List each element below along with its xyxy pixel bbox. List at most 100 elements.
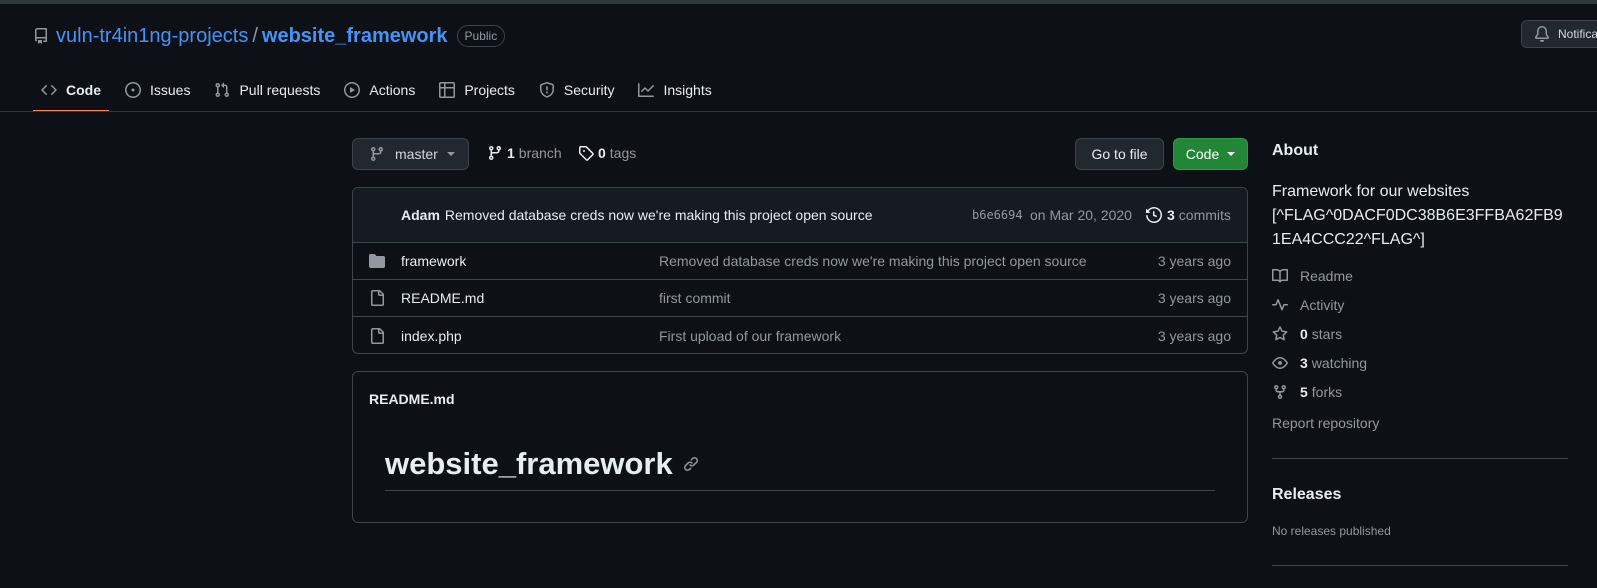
file-age: 3 years ago (1157, 290, 1231, 306)
history-icon (1146, 207, 1162, 223)
forks-label: forks (1311, 384, 1343, 400)
file-row[interactable]: framework Removed database creds now we'… (353, 243, 1247, 280)
issue-opened-icon (125, 82, 150, 98)
git-branch-icon (487, 145, 503, 161)
heading-divider (385, 490, 1215, 491)
link-icon[interactable] (673, 456, 699, 472)
play-icon (344, 82, 369, 98)
tabs-divider (0, 111, 1597, 112)
file-commit-message[interactable]: first commit (659, 290, 731, 306)
file-browser: Adam Removed database creds now we're ma… (352, 187, 1248, 354)
commit-date: on Mar 20, 2020 (1030, 207, 1132, 223)
file-age: 3 years ago (1157, 327, 1231, 344)
commits-label: commits (1178, 207, 1231, 223)
shield-icon (539, 82, 564, 98)
commits-history-link[interactable]: 3 commits (1146, 207, 1231, 223)
tab-pull-requests-label: Pull requests (239, 82, 321, 98)
commit-author[interactable]: Adam (401, 207, 440, 223)
branch-count: 1 (507, 145, 515, 161)
activity-link-label: Activity (1300, 297, 1345, 313)
go-to-file-button[interactable]: Go to file (1075, 138, 1164, 170)
eye-icon (1272, 355, 1300, 371)
tab-insights-label: Insights (663, 82, 712, 98)
file-row[interactable]: index.php First upload of our framework … (353, 317, 1247, 353)
file-icon (369, 290, 385, 306)
code-button-label: Code (1185, 146, 1220, 162)
branches-link[interactable]: 1 branch (487, 145, 562, 161)
sidebar-divider (1272, 565, 1568, 566)
file-name[interactable]: index.php (401, 328, 462, 344)
branch-selector[interactable]: master (352, 138, 469, 170)
readme-heading-text: website_framework (385, 446, 673, 481)
tag-count: 0 (598, 145, 606, 161)
tab-actions-label: Actions (369, 82, 416, 98)
tab-security[interactable]: Security (531, 72, 623, 108)
tab-security-label: Security (563, 82, 615, 98)
tab-projects[interactable]: Projects (431, 72, 523, 108)
chevron-down-icon (1227, 152, 1236, 156)
repo-forked-icon (1272, 384, 1300, 400)
tab-issues-label: Issues (150, 82, 191, 98)
report-repository-link[interactable]: Report repository (1272, 415, 1379, 431)
tags-link[interactable]: 0 tags (578, 145, 636, 161)
repo-header: vuln-tr4in1ng-projects / website_framewo… (33, 22, 506, 50)
file-icon (369, 327, 385, 344)
window-top-border (0, 0, 1597, 4)
notifications-button[interactable]: Notifications (1521, 20, 1597, 48)
folder-icon (369, 253, 385, 269)
stars-count: 0 (1300, 326, 1308, 342)
book-icon (1272, 268, 1300, 284)
readme-heading: website_framework (385, 446, 699, 482)
about-description-line: Framework for our websites (1272, 183, 1470, 200)
file-name[interactable]: README.md (401, 290, 484, 306)
watching-count: 3 (1300, 355, 1308, 371)
repo-icon (33, 28, 49, 44)
forks-link[interactable]: 5 forks (1272, 384, 1342, 400)
readme-panel: README.md website_framework (352, 371, 1248, 523)
about-heading: About (1272, 142, 1319, 159)
file-name[interactable]: framework (401, 253, 466, 269)
sidebar-divider (1272, 458, 1568, 459)
git-branch-icon (369, 146, 395, 162)
activity-link[interactable]: Activity (1272, 297, 1344, 313)
readme-filename[interactable]: README.md (369, 391, 455, 407)
code-icon (41, 82, 66, 98)
tab-projects-label: Projects (464, 82, 515, 98)
file-row[interactable]: README.md first commit 3 years ago (353, 280, 1247, 317)
table-icon (439, 82, 464, 98)
tab-insights[interactable]: Insights (630, 72, 719, 108)
tab-pull-requests[interactable]: Pull requests (206, 72, 328, 108)
graph-icon (638, 82, 663, 98)
path-separator: / (252, 24, 258, 47)
tag-label: tags (609, 145, 637, 161)
code-dropdown-button[interactable]: Code (1173, 138, 1248, 170)
readme-link[interactable]: Readme (1272, 268, 1353, 284)
commit-message[interactable]: Removed database creds now we're making … (445, 207, 873, 223)
watching-label: watching (1311, 355, 1368, 371)
repo-tabs: Code Issues Pull requests Actions Projec… (33, 72, 728, 112)
tab-issues[interactable]: Issues (117, 72, 198, 108)
file-age: 3 years ago (1157, 253, 1231, 269)
pulse-icon (1272, 297, 1300, 313)
stars-link[interactable]: 0 stars (1272, 326, 1342, 342)
tab-code[interactable]: Code (33, 72, 109, 112)
tab-actions[interactable]: Actions (336, 72, 423, 108)
chevron-down-icon (446, 152, 455, 156)
file-commit-message[interactable]: Removed database creds now we're making … (659, 253, 1087, 269)
commit-sha[interactable]: b6e6694 (972, 208, 1023, 222)
visibility-badge: Public (456, 25, 506, 47)
commit-count: 3 (1167, 207, 1175, 223)
releases-heading[interactable]: Releases (1272, 486, 1341, 504)
file-commit-message[interactable]: First upload of our framework (659, 328, 841, 344)
forks-count: 5 (1300, 384, 1308, 400)
watching-link[interactable]: 3 watching (1272, 355, 1367, 371)
branch-name: master (395, 146, 438, 162)
notifications-label: Notifications (1558, 27, 1597, 41)
branch-label: branch (518, 145, 562, 161)
readme-link-label: Readme (1300, 268, 1353, 284)
about-description-line: 1EA4CCC22^FLAG^] (1272, 231, 1425, 248)
star-icon (1272, 326, 1300, 342)
about-description: Framework for our websites [^FLAG^0DACF0… (1272, 180, 1572, 252)
repo-owner-link[interactable]: vuln-tr4in1ng-projects (56, 25, 248, 48)
repo-name-link[interactable]: website_framework (262, 25, 448, 48)
